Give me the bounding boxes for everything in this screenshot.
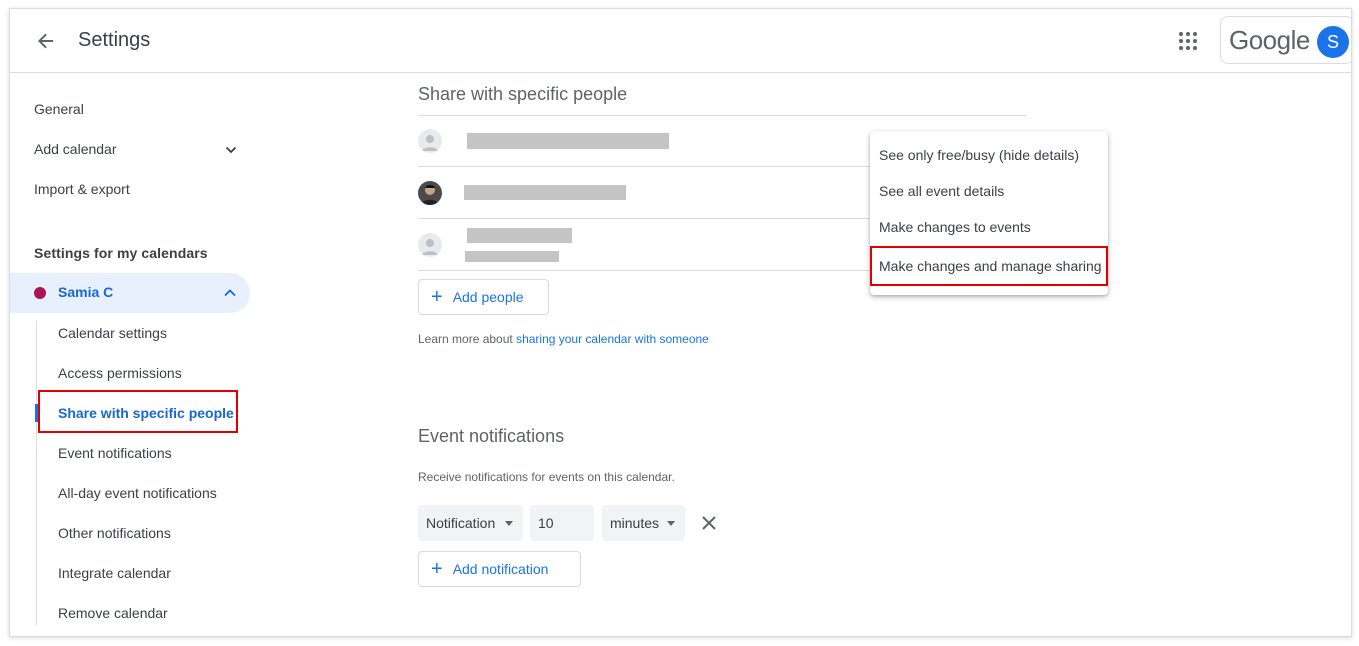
add-notification-label: Add notification	[452, 561, 549, 577]
notification-unit-value: minutes	[610, 515, 660, 531]
learn-more-prefix: Learn more about	[418, 332, 517, 346]
top-app-bar: Settings Google S	[10, 9, 1351, 73]
avatar[interactable]: S	[1317, 26, 1349, 58]
chevron-up-icon	[224, 289, 236, 297]
notification-unit-select[interactable]: minutes	[602, 505, 685, 541]
sidebar-item-event-notifications[interactable]: Event notifications	[58, 445, 172, 461]
page-title: Settings	[78, 29, 151, 51]
sidebar-item-remove-calendar[interactable]: Remove calendar	[58, 605, 168, 621]
person-icon	[418, 129, 442, 153]
learn-more-link[interactable]: sharing your calendar with someone	[516, 332, 709, 346]
menu-item-all-details[interactable]: See all event details	[870, 173, 1108, 209]
sidebar-item-general[interactable]: General	[34, 101, 84, 117]
person-icon	[418, 233, 442, 257]
sidebar-item-calendar[interactable]: Samia C	[10, 273, 250, 313]
back-arrow-icon[interactable]	[32, 27, 60, 55]
chevron-down-icon	[225, 146, 237, 154]
divider	[418, 115, 1026, 116]
dropdown-arrow-icon	[505, 521, 513, 526]
notifications-description: Receive notifications for events on this…	[418, 470, 675, 484]
settings-window: Settings Google S General Add calendar I…	[9, 8, 1352, 637]
menu-item-manage-sharing[interactable]: Make changes and manage sharing	[870, 246, 1108, 286]
calendar-name: Samia C	[58, 284, 114, 300]
sidebar-item-add-calendar[interactable]: Add calendar	[34, 141, 244, 157]
divider	[418, 270, 878, 271]
redacted-name	[464, 185, 626, 200]
menu-item-make-changes[interactable]: Make changes to events	[870, 209, 1108, 245]
sidebar-item-integrate-calendar[interactable]: Integrate calendar	[58, 565, 171, 581]
calendar-color-dot	[34, 287, 46, 299]
learn-more-text: Learn more about sharing your calendar w…	[418, 332, 709, 346]
sidebar-item-other-notifications[interactable]: Other notifications	[58, 525, 171, 541]
add-people-label: Add people	[452, 289, 524, 305]
plus-icon: +	[431, 286, 443, 308]
add-people-button[interactable]: + Add people	[418, 279, 549, 315]
plus-icon: +	[431, 558, 443, 580]
notification-type-value: Notification	[426, 515, 496, 531]
settings-sidebar: General Add calendar Import & export Set…	[10, 74, 270, 636]
sidebar-item-access-permissions[interactable]: Access permissions	[58, 365, 182, 381]
redacted-name	[467, 133, 669, 149]
sidebar-item-calendar-settings[interactable]: Calendar settings	[58, 325, 167, 341]
google-logo: Google	[1229, 25, 1310, 55]
divider	[418, 166, 878, 167]
add-notification-button[interactable]: + Add notification	[418, 551, 581, 587]
event-notifications-title: Event notifications	[418, 426, 565, 446]
notification-type-select[interactable]: Notification	[418, 505, 523, 541]
notification-amount-input[interactable]: 10	[530, 505, 594, 541]
permission-menu: See only free/busy (hide details) See al…	[870, 131, 1108, 295]
notification-amount-value: 10	[538, 515, 554, 531]
sidebar-item-import-export[interactable]: Import & export	[34, 181, 130, 197]
person-avatar-photo	[418, 181, 442, 205]
sidebar-item-label: Add calendar	[34, 141, 117, 157]
tree-guide-line	[36, 321, 37, 625]
remove-notification-icon[interactable]	[699, 513, 719, 533]
share-section-title: Share with specific people	[418, 84, 628, 104]
section-heading-my-calendars: Settings for my calendars	[34, 245, 208, 261]
highlight-box	[38, 390, 238, 433]
redacted-email	[465, 251, 559, 262]
sidebar-item-all-day-event-notifications[interactable]: All-day event notifications	[58, 485, 217, 501]
divider	[418, 218, 878, 219]
menu-item-free-busy[interactable]: See only free/busy (hide details)	[870, 137, 1108, 173]
dropdown-arrow-icon	[667, 521, 675, 526]
account-switcher[interactable]: Google S	[1220, 16, 1351, 64]
apps-grid-icon[interactable]	[1176, 29, 1200, 53]
redacted-name	[467, 228, 572, 243]
